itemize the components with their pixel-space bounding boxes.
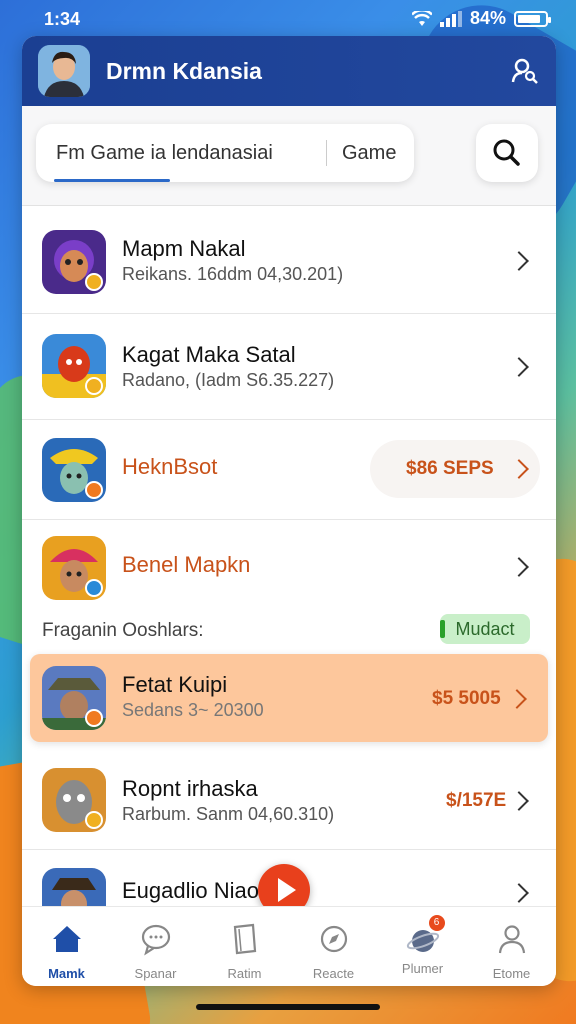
game-icon <box>42 768 106 832</box>
game-title: Benel Mapkn <box>122 552 251 577</box>
signal-icon <box>439 10 462 27</box>
home-icon <box>52 926 81 952</box>
game-subtitle: Rarbum. Sanm 04,60.310) <box>122 804 335 824</box>
chat-icon <box>141 924 170 956</box>
game-icon <box>42 536 106 600</box>
wifi-icon <box>411 10 432 26</box>
game-price: $86 SEPS <box>406 458 494 479</box>
list-item[interactable]: Mapm Nakal Reikans. 16ddm 04,30.201) <box>22 206 556 314</box>
game-price: $/157E <box>446 790 507 811</box>
tab-label: Spanar <box>134 966 177 981</box>
game-icon <box>42 230 106 294</box>
game-title: Mapm Nakal <box>122 236 246 261</box>
list-item[interactable]: Kagat Maka Satal Radano, (Iadm S6.35.227… <box>22 314 556 420</box>
chevron-right-icon <box>509 251 529 271</box>
game-icon <box>42 666 106 730</box>
game-icon <box>42 438 106 502</box>
tab-home[interactable]: Mamk <box>22 907 111 986</box>
list-item[interactable]: Ropnt irhaska Rarbum. Sanm 04,60.310) $/… <box>22 748 556 850</box>
tab-label: Ratim <box>227 966 262 981</box>
book-icon <box>233 923 256 955</box>
game-title: Fetat Kuipi <box>122 672 228 697</box>
search-input[interactable]: Fm Game ia lendanasiai Game <box>36 124 414 182</box>
featured-item[interactable]: Fetat Kuipi Sedans 3~ 20300 $5 5005 <box>30 654 548 742</box>
game-price: $5 5005 <box>432 688 501 709</box>
status-bar: 1:34 84% <box>0 0 576 36</box>
chevron-right-icon <box>509 357 529 377</box>
notification-badge: 6 <box>428 915 445 931</box>
app-window: Drmn Kdansia Fm Game ia lendanasiai Game <box>22 36 556 986</box>
tab-compass[interactable]: Reacte <box>289 907 378 986</box>
search-icon <box>493 139 520 166</box>
game-icon <box>42 868 106 906</box>
tab-label: Plumer <box>401 961 444 976</box>
divider <box>326 140 327 166</box>
avatar[interactable] <box>38 45 90 97</box>
person-icon <box>498 925 525 954</box>
tab-profile[interactable]: Etome <box>467 907 556 986</box>
app-title: Drmn Kdansia <box>106 58 262 84</box>
list-item[interactable]: Benel Mapkn <box>22 520 556 606</box>
game-title: Ropnt irhaska <box>122 776 258 801</box>
tab-label: Mamk <box>48 966 85 981</box>
search-category[interactable]: Game <box>342 142 396 165</box>
list-item[interactable]: HeknBsot $86 SEPS <box>22 420 556 520</box>
status-badge[interactable]: Mudact <box>440 614 530 644</box>
game-icon <box>42 334 106 398</box>
search-row: Fm Game ia lendanasiai Game <box>22 106 556 206</box>
tab-label: Reacte <box>312 966 355 981</box>
chevron-right-icon <box>507 689 527 709</box>
app-header: Drmn Kdansia <box>22 36 556 106</box>
section-heading: Fraganin Ooshlars: <box>42 620 204 641</box>
status-indicator <box>440 620 445 638</box>
compass-icon <box>320 925 347 953</box>
chevron-right-icon <box>509 883 529 903</box>
chevron-right-icon <box>509 791 529 811</box>
tab-label: Etome <box>492 966 531 981</box>
game-title: Kagat Maka Satal <box>122 342 296 367</box>
tab-planet[interactable]: 6 Plumer <box>378 907 467 986</box>
chevron-right-icon <box>509 557 529 577</box>
game-title: HeknBsot <box>122 454 218 479</box>
game-subtitle: Reikans. 16ddm 04,30.201) <box>122 264 344 284</box>
game-subtitle: Sedans 3~ 20300 <box>122 700 264 720</box>
tab-bar: Mamk Spanar Ratim Reacte 6 Plumer Etome <box>22 906 556 986</box>
game-title: Eugadlio Niao <box>122 878 259 903</box>
tab-book[interactable]: Ratim <box>200 907 289 986</box>
search-button[interactable] <box>476 124 538 182</box>
battery-icon <box>514 10 551 27</box>
active-underline <box>54 179 170 182</box>
status-time: 1:34 <box>44 9 81 29</box>
search-query: Fm Game ia lendanasiai <box>56 142 273 164</box>
battery-percent: 84% <box>469 8 506 28</box>
tab-chat[interactable]: Spanar <box>111 907 200 986</box>
home-indicator[interactable] <box>196 1004 380 1010</box>
user-search-icon[interactable] <box>510 56 538 84</box>
game-subtitle: Radano, (Iadm S6.35.227) <box>122 370 335 390</box>
